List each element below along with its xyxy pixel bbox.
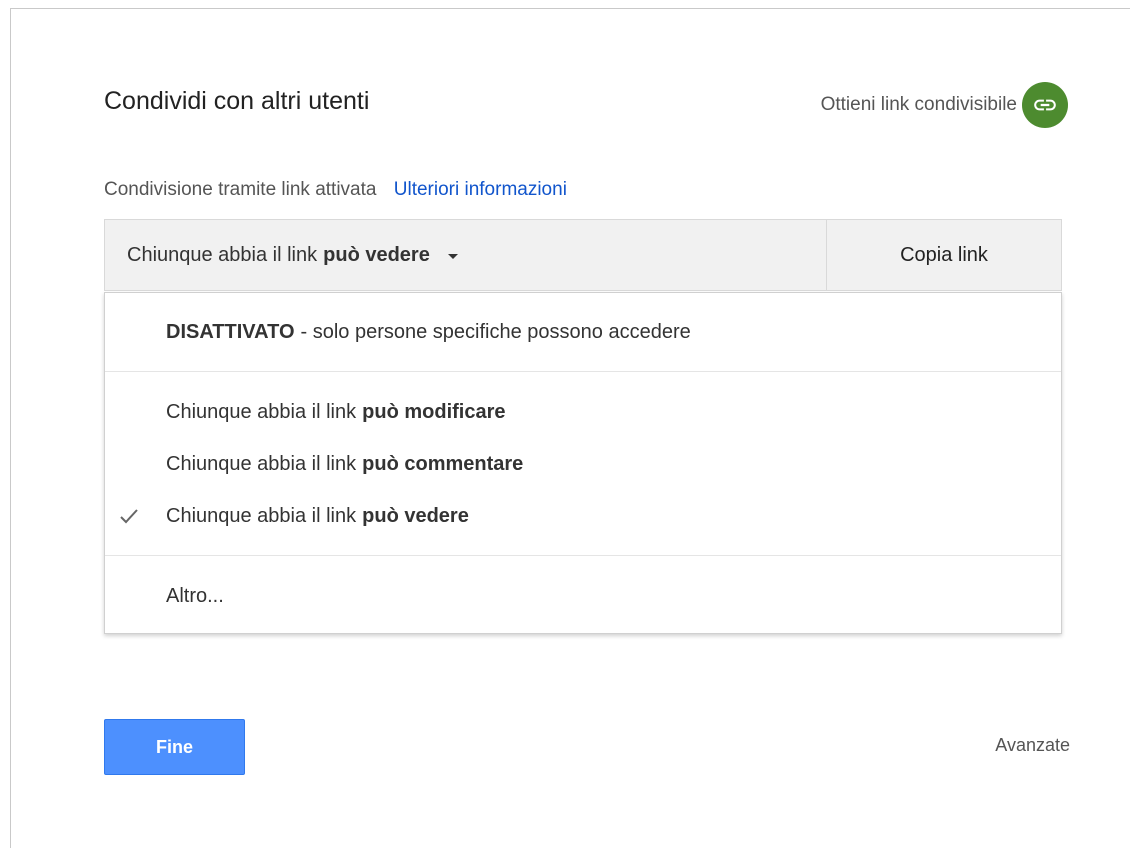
get-shareable-link-label: Ottieni link condivisibile: [820, 94, 1017, 115]
more-info-link[interactable]: Ulteriori informazioni: [394, 179, 567, 200]
menu-option-permission: può commentare: [362, 452, 524, 475]
share-dialog: Condividi con altri utenti Ottieni link …: [10, 8, 1130, 848]
access-dropdown-permission: può vedere: [323, 243, 430, 266]
link-icon[interactable]: [1022, 82, 1068, 128]
checkmark-icon: [120, 509, 138, 524]
menu-option-permission: può modificare: [362, 400, 506, 423]
access-bar: Chiunque abbia il link può vedere Copia …: [104, 219, 1062, 291]
access-dropdown-prefix: Chiunque abbia il link: [127, 243, 318, 266]
access-options-menu: DISATTIVATO - solo persone specifiche po…: [104, 292, 1062, 634]
advanced-link[interactable]: Avanzate: [995, 735, 1070, 756]
menu-divider: [105, 371, 1061, 372]
menu-option-can-view[interactable]: Chiunque abbia il link può vedere: [105, 493, 1061, 539]
done-button[interactable]: Fine: [104, 719, 245, 775]
menu-option-permission: può vedere: [362, 504, 469, 527]
menu-option-can-comment[interactable]: Chiunque abbia il link può commentare: [105, 441, 1061, 487]
link-sharing-status: Condivisione tramite link attivata Ulter…: [104, 179, 567, 201]
menu-option-prefix: Chiunque abbia il link: [166, 452, 357, 475]
get-shareable-link-button[interactable]: Ottieni link condivisibile: [821, 82, 1068, 128]
copy-link-button[interactable]: Copia link: [827, 220, 1061, 290]
menu-option-can-edit[interactable]: Chiunque abbia il link può modificare: [105, 389, 1061, 435]
link-glyph: [1034, 99, 1056, 111]
caret-down-icon: [447, 253, 458, 259]
menu-option-off[interactable]: DISATTIVATO - solo persone specifiche po…: [105, 309, 1061, 355]
link-access-dropdown[interactable]: Chiunque abbia il link può vedere: [105, 220, 827, 290]
dialog-title: Condividi con altri utenti: [104, 87, 370, 115]
menu-option-more[interactable]: Altro...: [105, 573, 1061, 619]
menu-option-prefix: Chiunque abbia il link: [166, 400, 357, 423]
menu-option-off-description: - solo persone specifiche possono accede…: [300, 320, 691, 343]
menu-option-prefix: Chiunque abbia il link: [166, 504, 357, 527]
menu-option-off-keyword: DISATTIVATO: [166, 320, 295, 343]
menu-divider: [105, 555, 1061, 556]
link-sharing-status-text: Condivisione tramite link attivata: [104, 179, 377, 200]
